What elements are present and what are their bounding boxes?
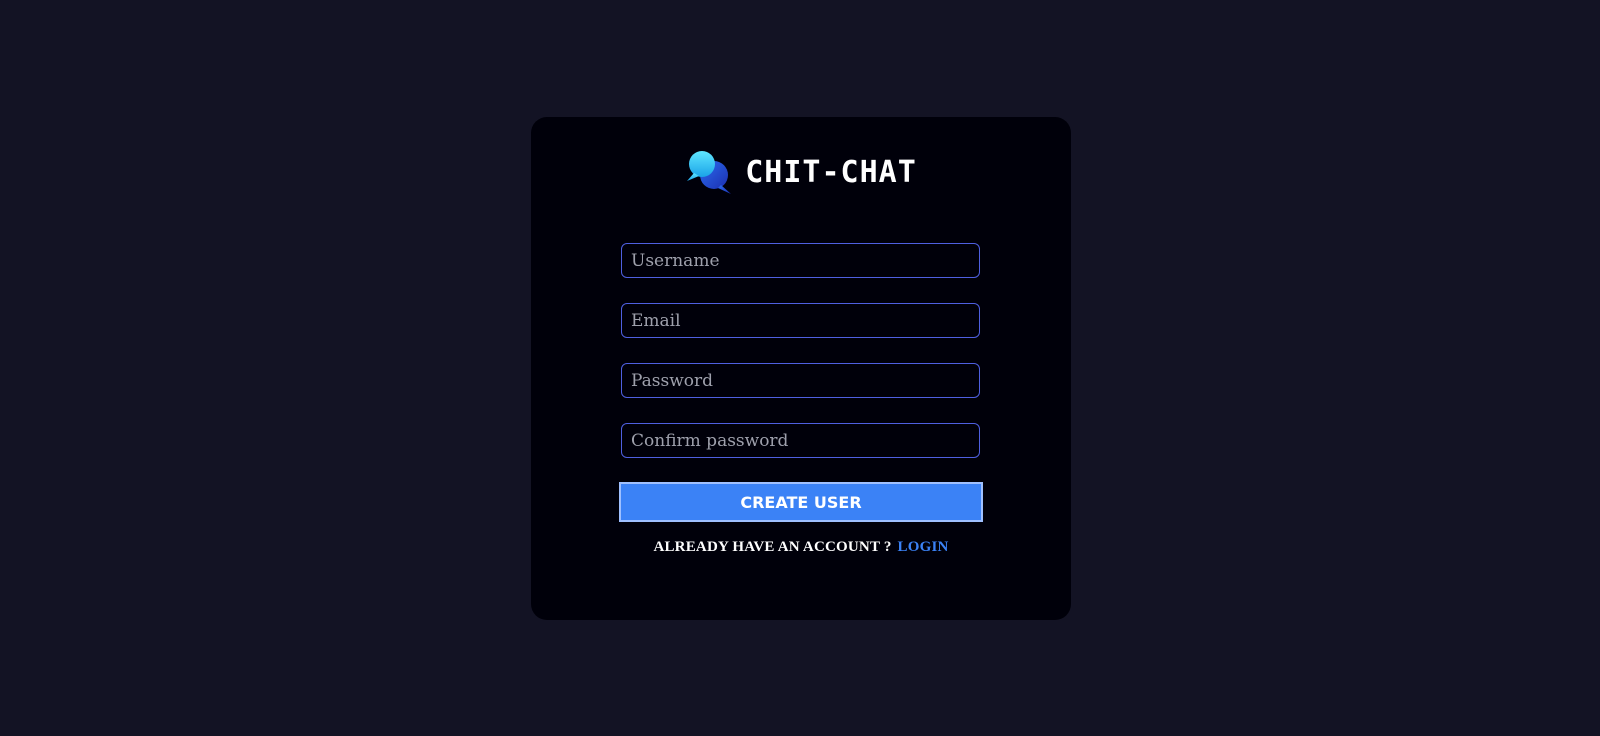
- app-title: CHIT-CHAT: [745, 154, 917, 190]
- chat-bubbles-icon: [687, 151, 732, 194]
- login-prompt-text: ALREADY HAVE AN ACCOUNT ?: [653, 539, 892, 555]
- confirm-password-input[interactable]: [621, 423, 980, 458]
- brand: CHIT-CHAT: [531, 147, 1071, 197]
- email-input[interactable]: [621, 303, 980, 338]
- register-card: CHIT-CHAT CREATE USER ALREADY HAVE AN AC…: [531, 117, 1071, 620]
- create-user-button[interactable]: CREATE USER: [619, 482, 983, 522]
- password-input[interactable]: [621, 363, 980, 398]
- login-prompt: ALREADY HAVE AN ACCOUNT ? LOGIN: [531, 539, 1071, 556]
- login-link[interactable]: LOGIN: [898, 539, 949, 555]
- username-input[interactable]: [621, 243, 980, 278]
